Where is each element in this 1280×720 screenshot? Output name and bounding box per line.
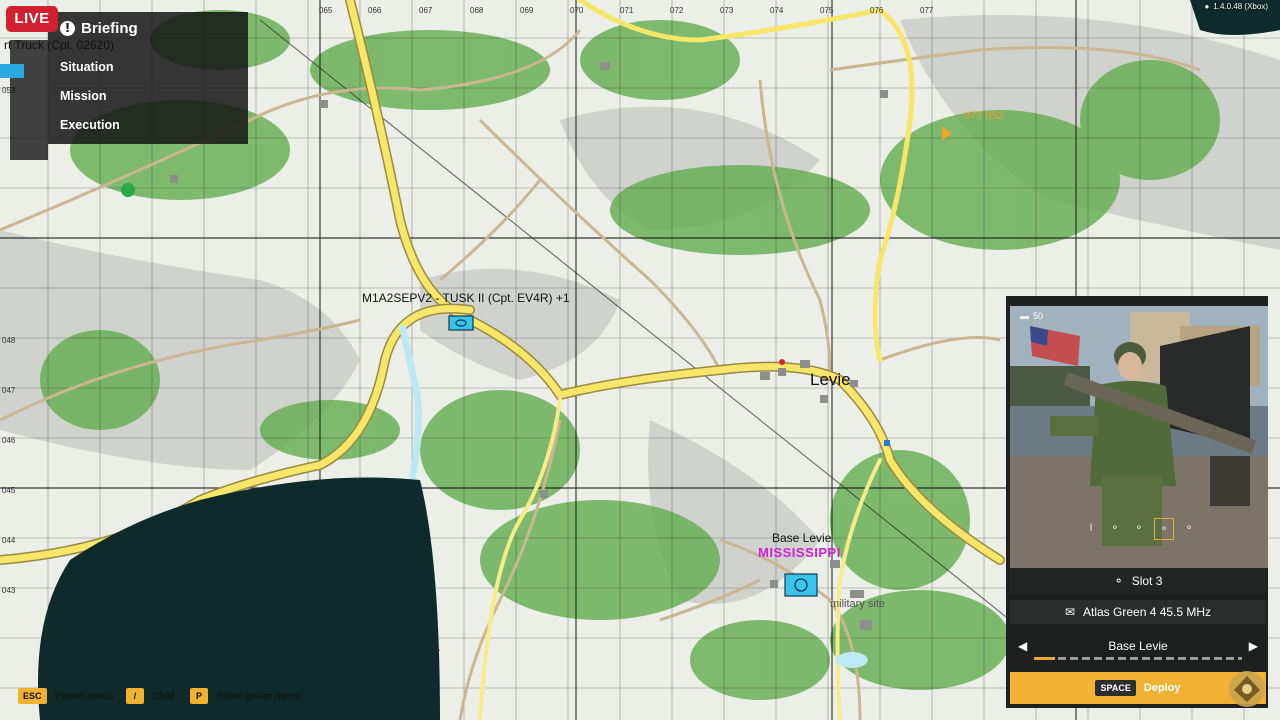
spawn-next-arrow-icon[interactable]: ▶ [1241,639,1266,653]
hint-key: ESC [18,688,47,704]
truck-label: rt Truck (Cpt. 02620) [4,38,115,52]
hint-label: Show group menu [216,690,302,702]
faction-flag-icon [0,64,24,78]
rank-badge-value: 50 [1033,311,1044,321]
slot-dot[interactable]: ⚬ [1106,518,1124,538]
version-text: 1.4.0.48 (Xbox) [1213,2,1268,11]
hint-label: Pause menu [54,690,114,702]
rank-badge: ▬ 50 [1020,311,1043,321]
slot-label: Slot 3 [1131,574,1163,588]
vehicle-marker [448,315,474,331]
briefing-item-mission[interactable]: Mission [60,89,107,103]
info-icon: ! [60,21,75,36]
loadout-slot-selector: ǀ ⚬ ⚬ ⚬ ⚬ [1082,518,1198,540]
briefing-title-text: Briefing [81,20,138,37]
slot-dot[interactable]: ⚬ [1130,518,1148,538]
deploy-key: SPACE [1095,680,1136,696]
version-info: ● 1.4.0.48 (Xbox) [1204,2,1268,11]
base-label: Base Levie [772,531,832,545]
base-marker [784,573,818,597]
slot-icon: ⚬ [1113,574,1124,588]
envelope-icon: ✉ [1064,605,1075,619]
mission-label: MISSISSIPPI [758,545,841,560]
version-icon: ● [1204,2,1210,11]
hint-key: / [126,688,144,704]
objective-coords: 077 052 [964,110,1004,122]
slot-dot[interactable]: ⚬ [1180,518,1198,538]
supply-icon: ▬ [1020,311,1029,321]
town-label: Levie [810,370,851,389]
hint-chat[interactable]: / Chat [126,688,174,704]
hint-group-menu[interactable]: P Show group menu [190,688,301,704]
spawn-progress [1034,657,1242,660]
vehicle-label: M1A2SEPV2 - TUSK II (Cpt. EV4R) +1 [362,291,570,305]
unit-emblem-icon [1229,671,1265,707]
hint-key: P [190,688,208,704]
live-badge: LIVE [6,6,58,32]
slot-dot[interactable]: ǀ [1082,518,1100,538]
spawn-prev-arrow-icon[interactable]: ◀ [1010,639,1035,653]
slot-row[interactable]: ⚬ Slot 3 [1010,568,1266,594]
hint-pause[interactable]: ESC Pause menu [18,688,113,704]
hint-label: Chat [152,690,175,702]
briefing-item-execution[interactable]: Execution [60,118,120,132]
spawn-label: Base Levie [1108,639,1168,653]
spawn-selector: ◀ Base Levie ▶ [1010,632,1266,660]
radio-row[interactable]: ✉ Atlas Green 4 45.5 MHz [1010,600,1266,624]
spawn-progress-fill [1034,657,1055,660]
deploy-button-label: Deploy [1143,682,1181,694]
briefing-title[interactable]: ! Briefing [60,20,138,37]
briefing-side-strip [10,40,48,160]
site-label: military site [830,598,886,610]
radio-label: Atlas Green 4 45.5 MHz [1083,605,1212,619]
briefing-item-situation[interactable]: Situation [60,60,113,74]
slot-dot-selected[interactable]: ⚬ [1154,518,1174,540]
